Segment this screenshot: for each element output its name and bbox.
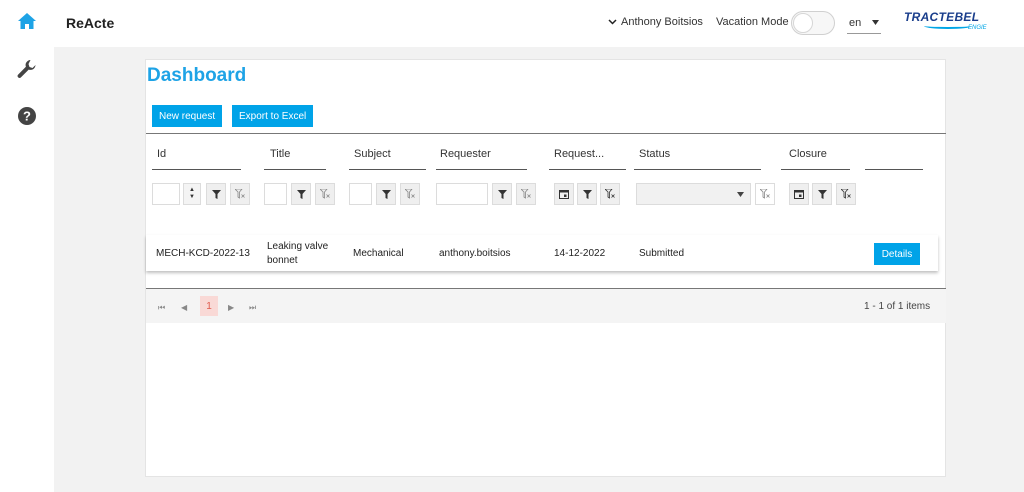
column-divider: [349, 169, 426, 170]
id-filter-spinner[interactable]: ▲ ▼: [183, 183, 201, 205]
column-divider: [549, 169, 626, 170]
row-status: Submitted: [639, 248, 685, 259]
column-header-request-date[interactable]: Request...: [554, 148, 604, 160]
sidebar: ?: [0, 0, 54, 492]
user-menu[interactable]: Anthony Boitsios: [608, 16, 703, 28]
subject-filter-input[interactable]: [349, 183, 372, 205]
pager-info: 1 - 1 of 1 items: [864, 301, 931, 312]
filter-icon: [296, 189, 306, 199]
column-divider: [865, 169, 923, 170]
filter-icon: [582, 189, 592, 199]
id-filter-button[interactable]: [206, 183, 226, 205]
details-button[interactable]: Details: [874, 243, 920, 265]
clear-filter-icon: [405, 189, 415, 199]
new-request-button[interactable]: New request: [152, 105, 223, 127]
language-value: en: [849, 16, 862, 29]
status-clear-filter-button[interactable]: [755, 183, 775, 205]
title-filter-button[interactable]: [291, 183, 311, 205]
column-header-closure[interactable]: Closure: [789, 148, 827, 160]
row-requester: anthony.boitsios: [439, 248, 511, 259]
clear-filter-icon: [320, 189, 330, 199]
logo-swoosh: [924, 23, 972, 29]
closure-calendar-button[interactable]: [789, 183, 809, 205]
clear-filter-icon: [760, 189, 770, 199]
spin-down-icon[interactable]: ▼: [189, 194, 195, 201]
user-name: Anthony Boitsios: [621, 16, 703, 28]
language-select[interactable]: en: [847, 12, 881, 34]
grid-top-border: [146, 133, 946, 134]
logo-text: TRACTEBEL: [904, 10, 980, 24]
requester-filter-button[interactable]: [492, 183, 512, 205]
column-header-title[interactable]: Title: [270, 148, 290, 160]
status-filter-select[interactable]: [636, 183, 751, 205]
help-icon[interactable]: ?: [16, 105, 38, 127]
row-subject: Mechanical: [353, 248, 404, 259]
next-page-icon[interactable]: ▶: [228, 303, 234, 312]
closure-filter-button[interactable]: [812, 183, 832, 205]
previous-page-icon[interactable]: ◀: [181, 303, 187, 312]
subject-clear-filter-button[interactable]: [400, 183, 420, 205]
request-date-calendar-button[interactable]: [554, 183, 574, 205]
app-brand[interactable]: ReActe: [66, 15, 114, 31]
row-id: MECH-KCD-2022-13: [156, 248, 250, 259]
page-title: Dashboard: [147, 65, 247, 86]
pager: [146, 289, 946, 323]
column-header-status[interactable]: Status: [639, 148, 670, 160]
closure-clear-filter-button[interactable]: [836, 183, 856, 205]
wrench-icon[interactable]: [16, 58, 38, 80]
title-clear-filter-button[interactable]: [315, 183, 335, 205]
top-header: ReActe Anthony Boitsios Vacation Mode en…: [54, 0, 1024, 47]
chevron-down-icon: [608, 19, 617, 25]
first-page-icon[interactable]: ⏮: [158, 303, 165, 313]
export-excel-button[interactable]: Export to Excel: [232, 105, 314, 127]
requester-clear-filter-button[interactable]: [516, 183, 536, 205]
clear-filter-icon: [605, 189, 615, 199]
column-header-requester[interactable]: Requester: [440, 148, 491, 160]
requester-filter-input[interactable]: [436, 183, 488, 205]
calendar-icon: [794, 190, 804, 199]
toggle-knob: [793, 13, 813, 33]
request-date-clear-filter-button[interactable]: [600, 183, 620, 205]
filter-icon: [211, 189, 221, 199]
id-clear-filter-button[interactable]: [230, 183, 250, 205]
id-filter-input[interactable]: [152, 183, 180, 205]
caret-down-icon: [737, 191, 744, 197]
filter-icon: [817, 189, 827, 199]
column-header-subject[interactable]: Subject: [354, 148, 391, 160]
logo-sub-text: ENGIE: [968, 25, 987, 31]
page-number-current[interactable]: 1: [200, 296, 218, 316]
clear-filter-icon: [521, 189, 531, 199]
caret-down-icon: [872, 20, 879, 25]
column-header-id[interactable]: Id: [157, 148, 166, 160]
calendar-icon: [559, 190, 569, 199]
column-divider: [634, 169, 761, 170]
row-title-line1: Leaking valve: [267, 241, 329, 252]
dashboard-card: Dashboard New request Export to Excel Id…: [145, 59, 946, 477]
row-request-date: 14-12-2022: [554, 248, 606, 259]
clear-filter-icon: [235, 189, 245, 199]
table-row[interactable]: [146, 235, 938, 271]
title-filter-input[interactable]: [264, 183, 287, 205]
column-divider: [436, 169, 527, 170]
svg-text:?: ?: [23, 109, 31, 124]
request-date-filter-button[interactable]: [577, 183, 597, 205]
subject-filter-button[interactable]: [376, 183, 396, 205]
spin-up-icon[interactable]: ▲: [189, 187, 195, 194]
company-logo: TRACTEBEL ENGIE: [902, 8, 988, 36]
vacation-mode-toggle[interactable]: [791, 11, 835, 35]
column-divider: [264, 169, 326, 170]
column-divider: [152, 169, 241, 170]
column-divider: [781, 169, 850, 170]
home-icon[interactable]: [16, 10, 38, 32]
filter-icon: [497, 189, 507, 199]
clear-filter-icon: [841, 189, 851, 199]
vacation-mode-label: Vacation Mode: [716, 16, 789, 28]
filter-icon: [381, 189, 391, 199]
row-title-line2: bonnet: [267, 255, 298, 266]
last-page-icon[interactable]: ⏭: [249, 303, 256, 313]
